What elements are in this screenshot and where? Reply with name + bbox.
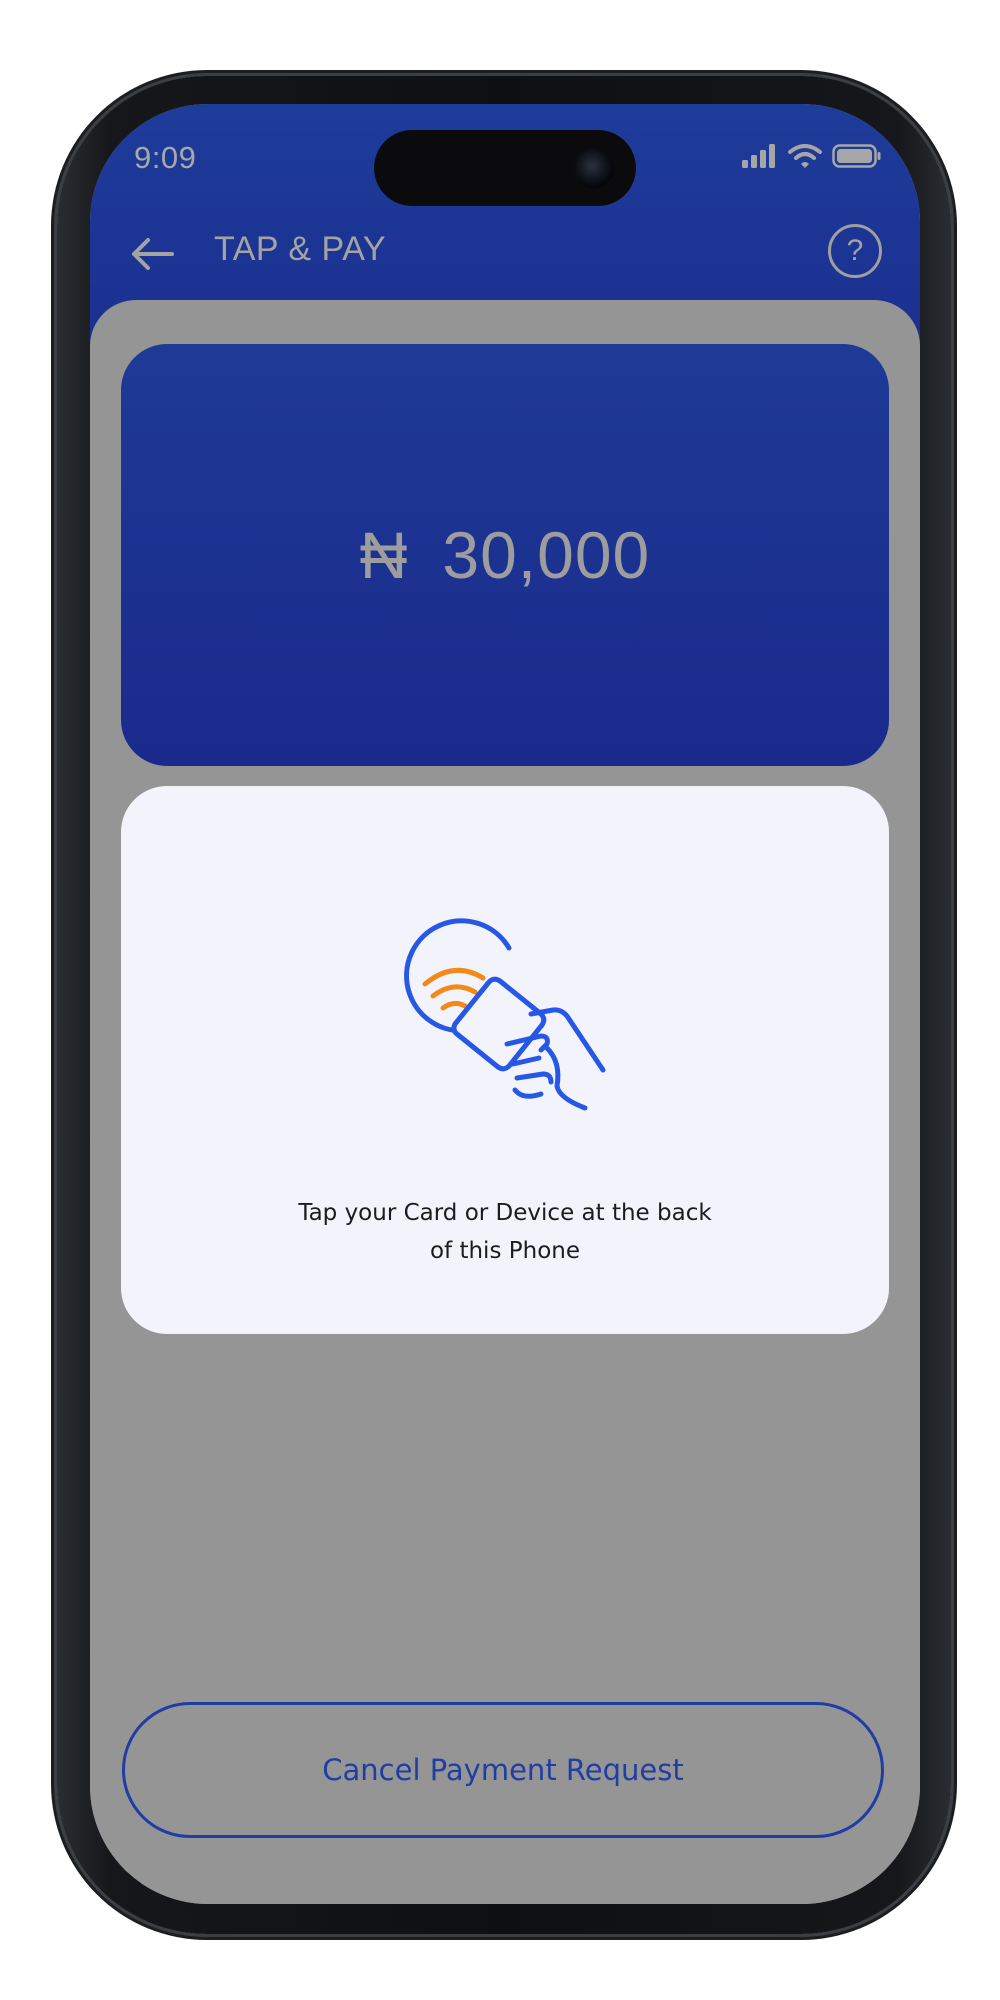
camera-lens (574, 148, 614, 188)
signal-icon (742, 144, 775, 168)
back-arrow-icon[interactable] (128, 234, 176, 274)
status-time: 9:09 (134, 140, 197, 175)
battery-icon (832, 144, 881, 168)
wifi-icon (788, 144, 822, 168)
tap-instruction-line1: Tap your Card or Device at the back (298, 1200, 712, 1226)
nav-bar: TAP & PAY ? (90, 214, 920, 294)
nfc-tap-card-icon (404, 918, 606, 1111)
amount-display: ₦ 30,000 (360, 517, 651, 593)
amount-value: 30,000 (442, 518, 651, 592)
amount-card: ₦ 30,000 (121, 344, 889, 766)
device-mockup: 9:09 TAP & PAY ? ₦ 30,000 Tap your Card … (0, 0, 1000, 2000)
status-icons (742, 144, 882, 168)
tap-instruction: Tap your Card or Device at the back of t… (121, 1194, 889, 1270)
phone-screen: 9:09 TAP & PAY ? ₦ 30,000 Tap your Card … (90, 104, 920, 1904)
tap-prompt-card: Tap your Card or Device at the back of t… (121, 786, 889, 1334)
dynamic-island (374, 130, 636, 206)
currency-symbol: ₦ (359, 518, 409, 592)
cancel-payment-button[interactable]: Cancel Payment Request (122, 1702, 884, 1838)
tap-instruction-line2: of this Phone (429, 1238, 580, 1264)
page-title: TAP & PAY (214, 230, 387, 268)
help-button[interactable]: ? (828, 224, 882, 278)
